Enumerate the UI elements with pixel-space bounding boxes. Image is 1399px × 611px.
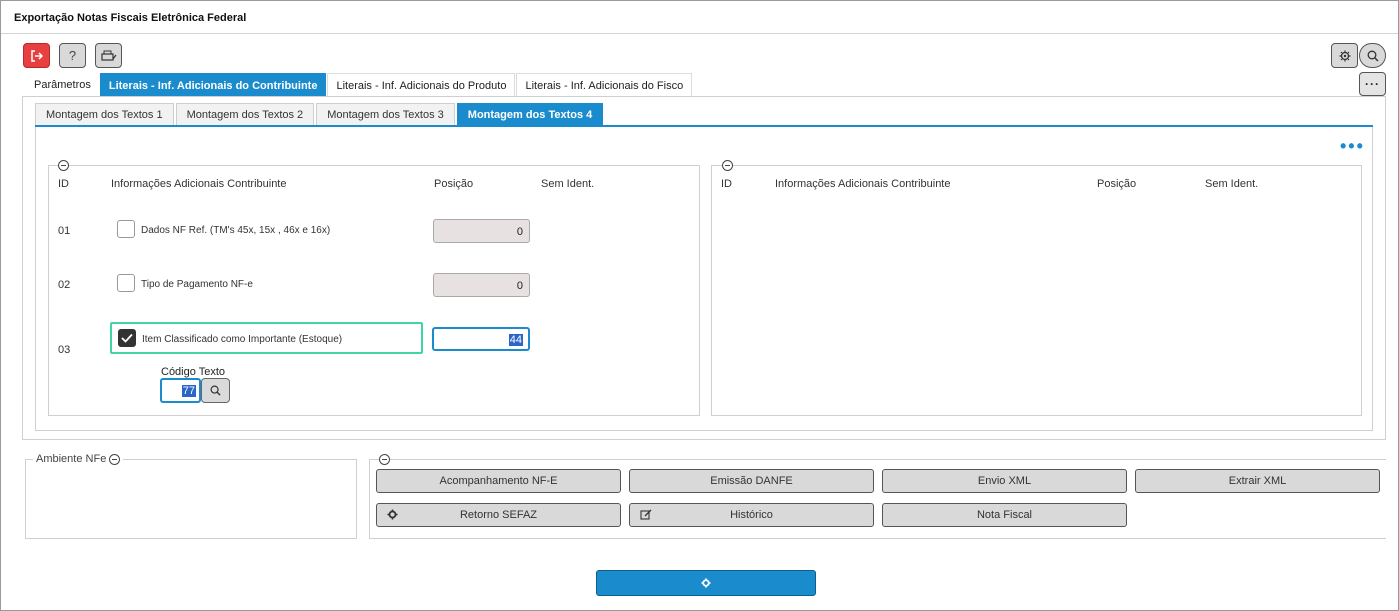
search-icon	[210, 385, 221, 396]
col-header-id: ID	[58, 178, 69, 190]
more-icon: ···	[1365, 77, 1380, 91]
exit-button[interactable]	[23, 43, 50, 68]
tab-montagem-3[interactable]: Montagem dos Textos 3	[316, 103, 455, 126]
tab-literais-fisco[interactable]: Literais - Inf. Adicionais do Fisco	[516, 73, 693, 97]
row-01-label: Dados NF Ref. (TM's 45x, 15x , 46x e 16x…	[141, 225, 331, 236]
emissao-danfe-button[interactable]: Emissão DANFE	[629, 469, 874, 493]
row-03-position-field[interactable]: 44	[432, 327, 530, 351]
row-03-position-value: 44	[508, 334, 523, 346]
tab-literais-contribuinte[interactable]: Literais - Inf. Adicionais do Contribuin…	[99, 73, 327, 97]
print-button[interactable]	[95, 43, 122, 68]
ambiente-nfe-label: Ambiente NFe	[36, 453, 107, 465]
collapse-right-icon[interactable]	[722, 160, 733, 171]
nota-fiscal-button[interactable]: Nota Fiscal	[882, 503, 1127, 527]
more-options-button[interactable]: ···	[1359, 72, 1386, 96]
historico-label: Histórico	[730, 509, 773, 521]
row-02-position-field[interactable]: 0	[433, 273, 530, 297]
nota-fiscal-label: Nota Fiscal	[976, 509, 1033, 521]
tab-montagem-1[interactable]: Montagem dos Textos 1	[35, 103, 174, 126]
row-id-03: 03	[58, 344, 71, 356]
search-button[interactable]	[1359, 43, 1386, 68]
tab-montagem-4[interactable]: Montagem dos Textos 4	[456, 103, 604, 126]
col-header-id: ID	[721, 178, 732, 190]
row-id-02: 02	[58, 279, 71, 291]
historico-button[interactable]: Histórico	[629, 503, 874, 527]
row-02-checkbox[interactable]	[117, 274, 135, 292]
ambiente-nfe-legend: Ambiente NFe	[33, 453, 124, 465]
check-icon	[121, 333, 133, 343]
gear-icon	[387, 509, 398, 523]
gear-icon	[1339, 50, 1350, 61]
ambiente-nfe-panel	[25, 459, 357, 539]
col-header-sem-ident: Sem Ident.	[541, 178, 595, 190]
acompanhamento-nfe-button[interactable]: Acompanhamento NF-E	[376, 469, 621, 493]
edit-icon	[640, 509, 652, 523]
execute-button[interactable]	[596, 570, 816, 596]
collapse-left-icon[interactable]	[58, 160, 69, 171]
row-01-checkbox[interactable]	[117, 220, 135, 238]
extrair-xml-label: Extrair XML	[1228, 475, 1287, 487]
emissao-danfe-label: Emissão DANFE	[710, 475, 793, 487]
panel-menu-button[interactable]: •••	[1340, 137, 1365, 155]
settings-button[interactable]	[1331, 43, 1358, 68]
retorno-sefaz-button[interactable]: Retorno SEFAZ	[376, 503, 621, 527]
collapse-actions-icon[interactable]	[379, 454, 390, 465]
envio-xml-button[interactable]: Envio XML	[882, 469, 1127, 493]
printer-icon	[100, 50, 116, 61]
col-header-position: Posição	[1097, 178, 1137, 190]
help-button[interactable]: ?	[59, 43, 86, 68]
col-header-info: Informações Adicionais Contribuinte	[775, 178, 951, 190]
sub-tabs: Montagem dos Textos 1 Montagem dos Texto…	[35, 103, 605, 126]
exit-icon	[30, 49, 43, 62]
acompanhamento-nfe-label: Acompanhamento NF-E	[439, 475, 558, 487]
title-divider	[1, 33, 1398, 34]
code-text-label: Código Texto	[161, 366, 226, 378]
code-text-input[interactable]: 77	[160, 378, 201, 403]
main-tabs: Parâmetros Literais - Inf. Adicionais do…	[26, 73, 693, 97]
col-header-position: Posição	[434, 178, 474, 190]
row-01-position-field[interactable]: 0	[433, 219, 530, 243]
retorno-sefaz-label: Retorno SEFAZ	[459, 509, 538, 521]
code-text-value: 77	[181, 385, 196, 397]
contribuinte-group-left	[48, 165, 700, 416]
contribuinte-group-right	[711, 165, 1362, 416]
extrair-xml-button[interactable]: Extrair XML	[1135, 469, 1380, 493]
row-03-checkbox[interactable]	[118, 329, 136, 347]
gear-icon	[701, 578, 711, 588]
tab-parametros[interactable]: Parâmetros	[26, 73, 99, 97]
collapse-ambiente-icon[interactable]	[109, 453, 121, 465]
envio-xml-label: Envio XML	[977, 475, 1032, 487]
code-text-search-button[interactable]	[201, 378, 230, 403]
row-id-01: 01	[58, 225, 71, 237]
tab-literais-produto[interactable]: Literais - Inf. Adicionais do Produto	[327, 73, 516, 97]
search-icon	[1367, 50, 1379, 62]
tab-montagem-2[interactable]: Montagem dos Textos 2	[175, 103, 315, 126]
window-title: Exportação Notas Fiscais Eletrônica Fede…	[14, 12, 247, 24]
row-03-label: Item Classificado como Importante (Estoq…	[142, 334, 343, 345]
col-header-sem-ident: Sem Ident.	[1205, 178, 1259, 190]
help-icon: ?	[68, 48, 77, 63]
row-02-label: Tipo de Pagamento NF-e	[141, 279, 253, 290]
col-header-info: Informações Adicionais Contribuinte	[111, 178, 287, 190]
